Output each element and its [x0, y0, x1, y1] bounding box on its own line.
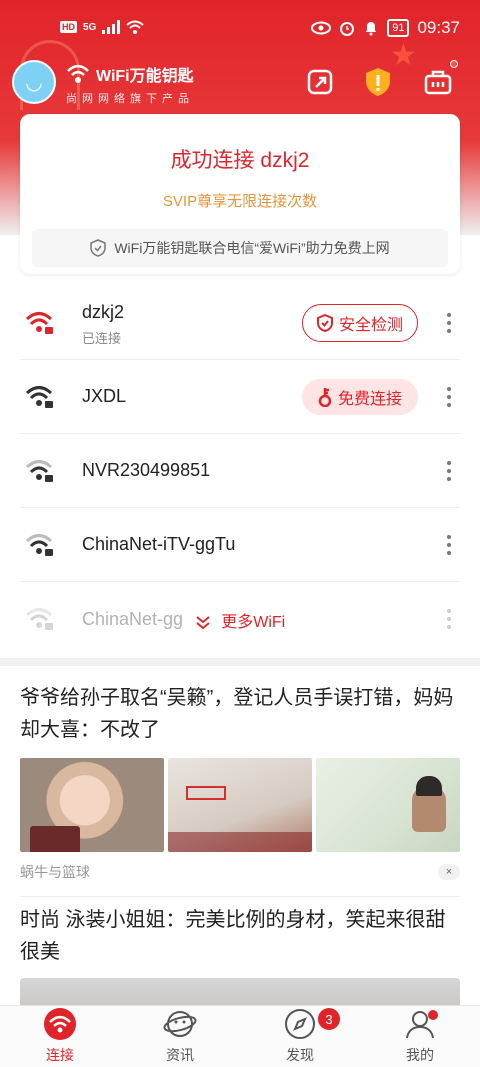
tab-label: 资讯 — [166, 1047, 194, 1063]
alarm-icon — [340, 22, 355, 36]
wifi-item[interactable]: dzkj2 已连接 安全检测 — [20, 286, 460, 360]
wifi-state: 已连接 — [82, 331, 122, 346]
more-options-icon[interactable] — [440, 459, 458, 483]
wifi-locked-icon — [26, 385, 53, 408]
compass-icon — [285, 1009, 315, 1039]
signal-icon — [102, 20, 121, 34]
toolbox-button[interactable] — [420, 60, 458, 100]
user-avatar[interactable]: ◡ — [12, 60, 56, 104]
hd-indicator: HD — [60, 21, 77, 33]
news-separator — [20, 896, 460, 897]
wifi-status-icon — [126, 20, 145, 34]
news-images — [20, 758, 460, 852]
network-type: 5G — [83, 21, 97, 33]
wifi-ssid: NVR230499851 — [82, 460, 211, 480]
status-time: 09:37 — [417, 18, 460, 37]
more-options-icon[interactable] — [440, 533, 458, 557]
discover-badge: 3 — [318, 1008, 340, 1030]
more-wifi-label: 更多WiFi — [221, 614, 286, 631]
brand-block: WiFi万能钥匙 尚网网络旗下产品 — [66, 62, 194, 106]
shield-check-icon — [90, 239, 107, 257]
svip-label[interactable]: SVIP尊享无限连接次数 — [20, 190, 460, 211]
wifi-locked-icon — [26, 459, 53, 482]
shield-alert-icon — [366, 68, 390, 96]
wifi-ssid: dzkj2 — [82, 302, 125, 322]
tab-label: 连接 — [46, 1047, 74, 1063]
news-source: 蜗牛与篮球 — [20, 864, 90, 880]
bottom-tab-bar: 连接 资讯 发现 我的 3 — [0, 1005, 480, 1067]
share-button[interactable] — [302, 64, 338, 100]
wifi-item[interactable]: JXDL 免费连接 — [20, 360, 460, 434]
news-title: 爷爷给孙子取名“吴籁”，登记人员手误打错，妈妈却大喜：不改了 — [20, 687, 454, 741]
telecom-note[interactable]: WiFi万能钥匙联合电信“爱WiFi”助力免费上网 — [32, 229, 448, 267]
wifi-locked-icon — [26, 533, 53, 556]
eye-icon — [311, 21, 332, 35]
app-name: WiFi万能钥匙 — [96, 68, 194, 85]
free-connect-button[interactable]: 免费连接 — [302, 378, 418, 415]
chevron-double-down-icon — [196, 615, 210, 630]
shield-check-icon — [316, 313, 333, 332]
news-image-ticket — [168, 758, 312, 852]
news-image-baby — [20, 758, 164, 852]
wifi-list: dzkj2 已连接 安全检测 JXDL 免费连接 NVR230499851 Ch… — [20, 286, 460, 656]
wifi-ssid: JXDL — [82, 386, 127, 406]
tab-mine[interactable]: 我的 — [360, 1006, 480, 1067]
toolbox-icon — [424, 70, 452, 95]
news-card[interactable]: 爷爷给孙子取名“吴籁”，登记人员手误打错，妈妈却大喜：不改了 蜗牛与篮球 × — [20, 682, 460, 897]
section-divider — [0, 658, 480, 666]
tab-news[interactable]: 资讯 — [120, 1006, 240, 1067]
security-button[interactable] — [360, 64, 396, 100]
more-options-icon[interactable] — [440, 385, 458, 409]
dismiss-news-button[interactable]: × — [438, 864, 460, 880]
battery-indicator: 91 — [387, 19, 410, 37]
tab-discover[interactable]: 发现 — [240, 1006, 360, 1067]
security-check-button[interactable]: 安全检测 — [302, 303, 418, 342]
wifi-item[interactable]: NVR230499851 — [20, 434, 460, 508]
connection-title: 成功连接 dzkj2 — [170, 149, 310, 172]
news-title: 时尚 泳装小姐姐：完美比例的身材，笑起来很甜很美 — [20, 909, 446, 963]
status-bar: HD 5G 91 09:37 — [0, 0, 480, 58]
planet-face-icon — [163, 1011, 197, 1037]
tab-connect[interactable]: 连接 — [0, 1006, 120, 1067]
wifi-tab-icon — [44, 1008, 76, 1040]
telecom-note-text: WiFi万能钥匙联合电信“爱WiFi”助力免费上网 — [114, 240, 390, 256]
security-check-label: 安全检测 — [338, 316, 403, 334]
tab-label: 我的 — [406, 1047, 434, 1063]
tab-label: 发现 — [286, 1047, 314, 1063]
more-wifi-button[interactable]: 更多WiFi — [20, 608, 460, 632]
key-icon — [318, 387, 332, 407]
connection-card: 成功连接 dzkj2 SVIP尊享无限连接次数 WiFi万能钥匙联合电信“爱Wi… — [20, 114, 460, 274]
wifi-item[interactable]: ChinaNet-iTV-ggTu — [20, 508, 460, 582]
news-card[interactable]: 时尚 泳装小姐姐：完美比例的身材，笑起来很甜很美 — [20, 904, 460, 1018]
share-icon — [307, 69, 333, 95]
wifi-ssid: ChinaNet-iTV-ggTu — [82, 534, 236, 554]
free-connect-label: 免费连接 — [337, 390, 402, 408]
notification-dot — [450, 60, 458, 68]
mine-notification-dot — [428, 1010, 438, 1020]
bell-icon — [366, 22, 377, 36]
app-subtitle: 尚网网络旗下产品 — [66, 93, 194, 105]
news-image-idcard — [316, 758, 460, 852]
more-options-icon[interactable] — [440, 311, 458, 335]
wifi-key-logo-icon — [67, 64, 89, 83]
wifi-connected-icon — [26, 311, 53, 334]
